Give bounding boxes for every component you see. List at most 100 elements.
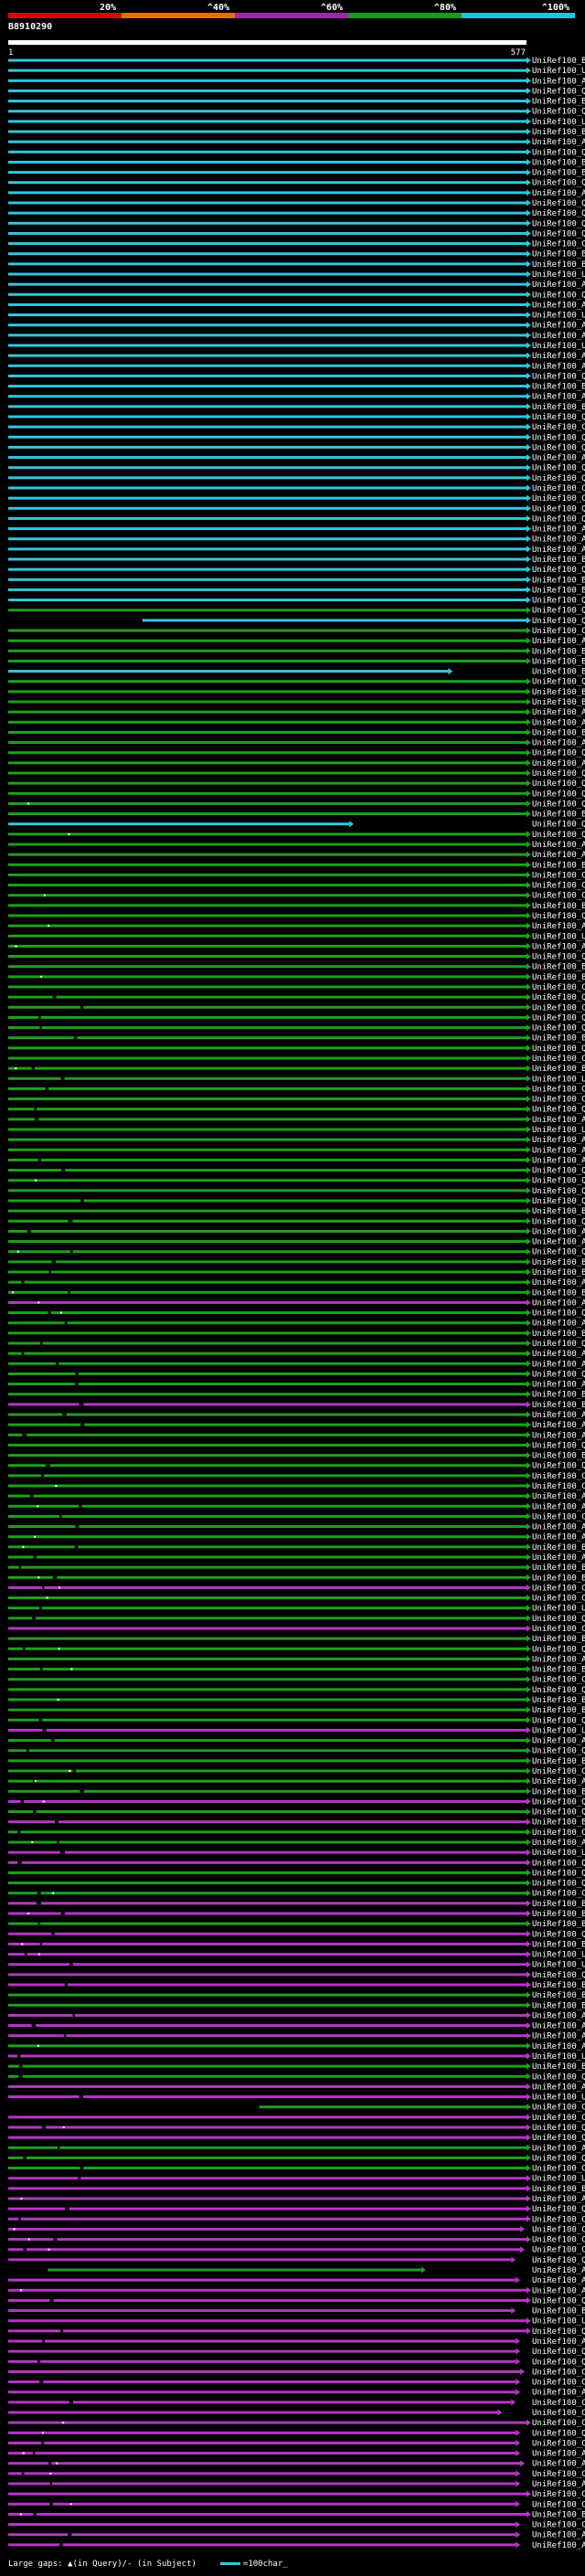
hit-label[interactable]: UniRef100_B9HUJ1: [532, 383, 585, 392]
hit-label[interactable]: UniRef100_Q0HM14: [532, 1197, 585, 1206]
hit-label[interactable]: UniRef100_A9PF62: [532, 138, 585, 147]
hit-label[interactable]: UniRef100_B9HDH6: [532, 98, 585, 107]
hit-label[interactable]: UniRef100_Q1NXI9: [532, 1645, 585, 1654]
hit-label[interactable]: UniRef100_A1SL70: [532, 1360, 585, 1369]
hit-label[interactable]: UniRef100_A7Q3Q9: [532, 362, 585, 371]
hit-label[interactable]: UniRef100_Q82151: [532, 148, 585, 157]
hit-label[interactable]: UniRef100_Q9SD72: [532, 779, 585, 789]
hit-label[interactable]: UniRef100_B3P8S6: [532, 1391, 585, 1400]
hit-label[interactable]: UniRef100_B3JHL0: [532, 1991, 585, 2000]
hit-label[interactable]: UniRef100_C7ZKT4: [532, 1085, 585, 1094]
hit-label[interactable]: UniRef100_C4AOU9: [532, 1595, 585, 1604]
hit-label[interactable]: UniRef100_C5RJD5: [532, 1584, 585, 1593]
hit-label[interactable]: UniRef100_C6XJQ5: [532, 1482, 585, 1491]
hit-label[interactable]: UniRef100_B8KPW6: [532, 1288, 585, 1298]
hit-label[interactable]: UniRef100_A9H2H7: [532, 1299, 585, 1308]
hit-label[interactable]: UniRef100_C5XTT8: [532, 423, 585, 432]
hit-label[interactable]: UniRef100_Q8HWP5: [532, 179, 585, 188]
hit-label[interactable]: UniRef100_A5ZL69: [532, 2266, 585, 2275]
hit-label[interactable]: UniRef100_A4C560: [532, 1278, 585, 1288]
hit-label[interactable]: UniRef100_Q21P70: [532, 1217, 585, 1226]
hit-label[interactable]: UniRef100_Q11SS9: [532, 2072, 585, 2082]
hit-label[interactable]: UniRef100_Q7TUM6: [532, 1808, 585, 1818]
hit-label[interactable]: UniRef100_Q3AB85: [532, 1716, 585, 1725]
hit-label[interactable]: UniRef100_Q1DCU3: [532, 821, 585, 830]
hit-label[interactable]: UniRef100_Q75VX3: [532, 87, 585, 96]
hit-label[interactable]: UniRef100_A5FBT7: [532, 1777, 585, 1786]
hit-label[interactable]: UniRef100_A4CSC0: [532, 1156, 585, 1165]
hit-label[interactable]: UniRef100_Q9SD67: [532, 769, 585, 779]
hit-label[interactable]: UniRef100_C7NMP6: [532, 2225, 585, 2234]
hit-label[interactable]: UniRef100_B8I1R3: [532, 2062, 585, 2072]
hit-label[interactable]: UniRef100_Q5V0S3: [532, 2327, 585, 2337]
hit-label[interactable]: UniRef100_B3C8L2: [532, 2307, 585, 2316]
hit-label[interactable]: UniRef100_Q6V892: [532, 597, 585, 606]
hit-label[interactable]: UniRef100_B3PGG8: [532, 1452, 585, 1461]
hit-label[interactable]: UniRef100_A2C1O4: [532, 1655, 585, 1664]
hit-label[interactable]: UniRef100_B3JQQ5: [532, 1696, 585, 1705]
hit-label[interactable]: UniRef100_B4WB61: [532, 1207, 585, 1216]
hit-label[interactable]: UniRef100_C7NNE6: [532, 2246, 585, 2255]
hit-label[interactable]: UniRef100_Q9XE13: [532, 504, 585, 514]
hit-label[interactable]: UniRef100_Q7XB50: [532, 291, 585, 300]
hit-label[interactable]: UniRef100_Q8ZQ74: [532, 229, 585, 239]
hit-label[interactable]: UniRef100_C4J6Q5: [532, 240, 585, 249]
hit-label[interactable]: UniRef100_Q82JP6: [532, 912, 585, 921]
hit-label[interactable]: UniRef100_B4RSX0: [532, 1666, 585, 1675]
hit-label[interactable]: UniRef100_A7PGB9: [532, 393, 585, 402]
hit-label[interactable]: UniRef100_Q9XES9: [532, 464, 585, 473]
hit-label[interactable]: UniRef100_Q1DCV2: [532, 566, 585, 575]
hit-label[interactable]: UniRef100_UPI000...: [532, 1726, 585, 1735]
hit-label[interactable]: UniRef100_C6LJ15: [532, 2379, 585, 2388]
hit-label[interactable]: UniRef100_A1E0V2: [532, 1502, 585, 1511]
hit-label[interactable]: UniRef100_C5XTU1: [532, 627, 585, 636]
hit-label[interactable]: UniRef100_UPI000...: [532, 67, 585, 76]
hit-label[interactable]: UniRef100_C6XLK5: [532, 1472, 585, 1481]
hit-label[interactable]: UniRef100_C1QAH6: [532, 2236, 585, 2245]
hit-label[interactable]: UniRef100_C8P2S2: [532, 1890, 585, 1899]
hit-label[interactable]: UniRef100_A6KWJ7: [532, 1492, 585, 1501]
hit-label[interactable]: UniRef100_A6N5S1: [532, 1411, 585, 1420]
hit-label[interactable]: UniRef100_A7QBJ7: [532, 281, 585, 290]
hit-label[interactable]: UniRef100_A7PGB8: [532, 77, 585, 86]
hit-label[interactable]: UniRef100_B2SH44: [532, 2001, 585, 2010]
hit-label[interactable]: UniRef100_C1VEC2: [532, 2470, 585, 2479]
hit-label[interactable]: UniRef100_Q6V491: [532, 617, 585, 626]
hit-label[interactable]: UniRef100_B9IPS3: [532, 128, 585, 137]
hit-label[interactable]: UniRef100_B3PGE2: [532, 1574, 585, 1583]
hit-label[interactable]: UniRef100_A5BKF4: [532, 708, 585, 717]
hit-label[interactable]: UniRef100_Q2QMH1: [532, 443, 585, 452]
hit-label[interactable]: UniRef100_A7Y2Z3: [532, 2286, 585, 2295]
hit-label[interactable]: UniRef100_UPI000...: [532, 1126, 585, 1135]
hit-label[interactable]: UniRef100_A0Z2U5: [532, 1381, 585, 1390]
hit-label[interactable]: UniRef100_UPI000...: [532, 2094, 585, 2103]
hit-label[interactable]: UniRef100_A0Z2U9: [532, 1116, 585, 1125]
hit-label[interactable]: UniRef100_B9HYS3: [532, 647, 585, 656]
hit-label[interactable]: UniRef100_B9HRK2: [532, 698, 585, 707]
hit-label[interactable]: UniRef100_Q1YR72: [532, 1106, 585, 1115]
hit-label[interactable]: UniRef100_A7R2U7: [532, 851, 585, 860]
hit-label[interactable]: UniRef100_A2Q1G3: [532, 546, 585, 555]
hit-label[interactable]: UniRef100_Q47912: [532, 1747, 585, 1756]
hit-label[interactable]: UniRef100_A3WL18: [532, 1350, 585, 1359]
hit-label[interactable]: UniRef100_B9H271: [532, 556, 585, 565]
hit-label[interactable]: UniRef100_C7Q9F7: [532, 2490, 585, 2499]
hit-label[interactable]: UniRef100_Q8W112: [532, 108, 585, 117]
hit-label[interactable]: UniRef100_B6VT20: [532, 1940, 585, 1949]
hit-label[interactable]: UniRef100_B0RQF9: [532, 1900, 585, 1909]
hit-label[interactable]: UniRef100_A6L5Q8: [532, 1553, 585, 1563]
hit-label[interactable]: UniRef100_Q6LH99: [532, 2358, 585, 2367]
hit-label[interactable]: UniRef100_A4C7P1: [532, 1227, 585, 1236]
hit-label[interactable]: UniRef100_B9HPP2: [532, 688, 585, 697]
hit-label[interactable]: UniRef100_A7PGC2: [532, 535, 585, 545]
hit-label[interactable]: UniRef100_C5MTQ9: [532, 2419, 585, 2428]
hit-label[interactable]: UniRef100_B9KHY5: [532, 963, 585, 972]
hit-label[interactable]: UniRef100_A6M427: [532, 1238, 585, 1247]
hit-label[interactable]: UniRef100_Q8P9S3: [532, 1869, 585, 1878]
hit-label[interactable]: UniRef100_A9TE23: [532, 739, 585, 748]
hit-label[interactable]: UniRef100_A7LYZ9: [532, 1839, 585, 1848]
hit-label[interactable]: UniRef100_A5ZL69: [532, 2541, 585, 2550]
hit-label[interactable]: UniRef100_A9FD97: [532, 1737, 585, 1746]
hit-label[interactable]: UniRef100_Q1YUE1: [532, 1797, 585, 1807]
hit-label[interactable]: UniRef100_UPI000...: [532, 270, 585, 280]
